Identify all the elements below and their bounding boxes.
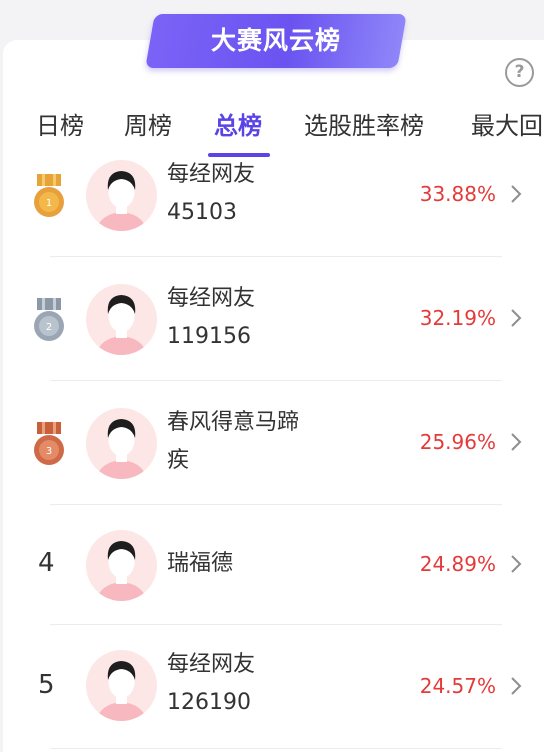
ranking-row-4[interactable]: 4 瑞福德 24.89% (0, 504, 544, 628)
row-divider (50, 748, 502, 749)
banner-title: 大赛风云榜 (210, 26, 341, 55)
user-name-line2: 45103 (167, 200, 237, 225)
avatar (86, 284, 157, 355)
chevron-right-icon (511, 555, 522, 573)
user-avatar-icon (96, 171, 147, 231)
user-name-line2: 疾 (167, 448, 190, 473)
ranking-row-3[interactable]: 3 春风得意马蹄 疾 25.96% (0, 380, 544, 504)
ranking-row-2[interactable]: 2 每经网友 119156 32.19% (0, 256, 544, 380)
svg-text:1: 1 (46, 198, 52, 209)
user-name-line1: 每经网友 (167, 286, 256, 311)
user-avatar-icon (96, 419, 147, 479)
chevron-right-icon (511, 185, 522, 203)
help-icon[interactable]: ? (505, 58, 534, 87)
user-name-line2: 126190 (167, 690, 251, 715)
return-rate: 25.96% (419, 430, 496, 454)
ranking-row-5[interactable]: 5 每经网友 126190 24.57% (0, 624, 544, 748)
user-avatar-icon (96, 295, 147, 355)
user-name-line1: 春风得意马蹄 (167, 410, 300, 435)
avatar (86, 530, 157, 601)
chevron-right-icon (511, 309, 522, 327)
user-avatar-icon (96, 661, 147, 721)
silver-medal-icon: 2 (34, 298, 64, 341)
chevron-right-icon (511, 433, 522, 451)
user-name-line1: 瑞福德 (167, 551, 234, 576)
rank-number: 4 (38, 548, 55, 578)
user-name-line1: 每经网友 (167, 652, 256, 677)
user-avatar-icon (96, 541, 147, 601)
user-name-line1: 每经网友 (167, 162, 256, 187)
avatar (86, 650, 157, 721)
avatar (86, 160, 157, 231)
svg-text:2: 2 (46, 322, 52, 333)
chevron-right-icon (511, 677, 522, 695)
return-rate: 24.57% (419, 674, 496, 698)
rank-number: 5 (38, 670, 55, 700)
return-rate: 32.19% (419, 306, 496, 330)
bronze-medal-icon: 3 (34, 422, 64, 465)
return-rate: 33.88% (419, 182, 496, 206)
avatar (86, 408, 157, 479)
user-name-line2: 119156 (167, 324, 251, 349)
gold-medal-icon: 1 (34, 174, 64, 217)
leaderboard-banner: 大赛风云榜 (145, 14, 407, 68)
return-rate: 24.89% (419, 552, 496, 576)
ranking-row-1[interactable]: 1 每经网友 45103 33.88% (0, 132, 544, 256)
svg-text:3: 3 (46, 446, 52, 457)
